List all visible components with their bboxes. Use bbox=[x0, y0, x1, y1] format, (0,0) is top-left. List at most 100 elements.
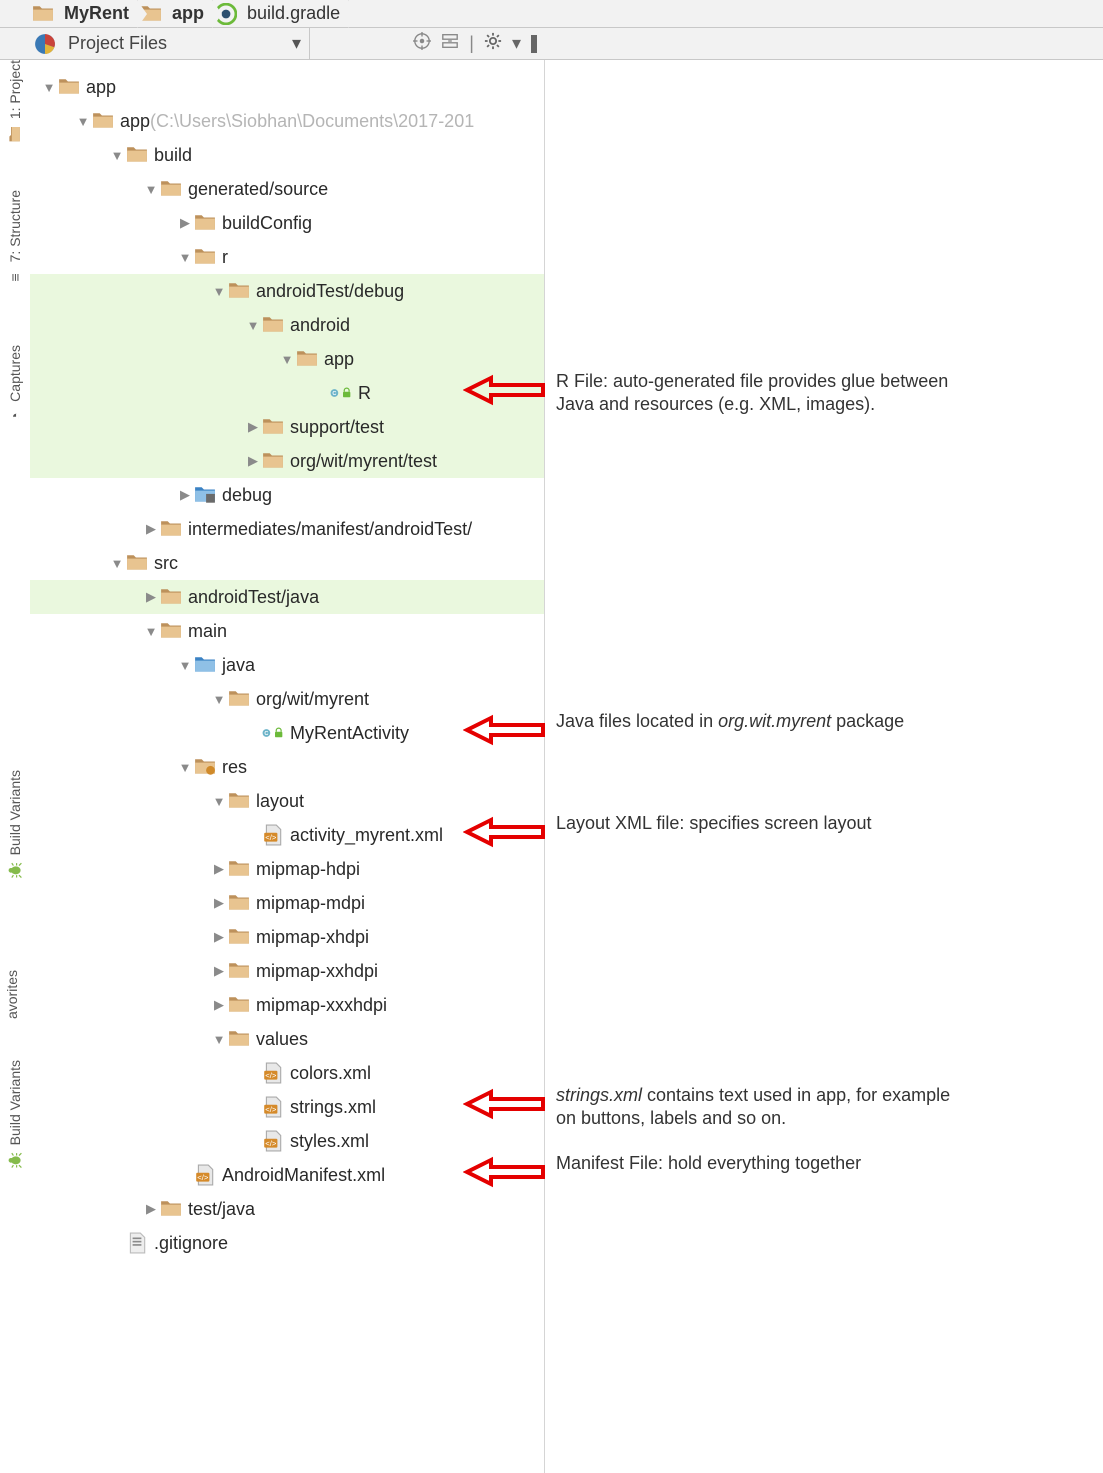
annotation-text: Layout XML file: specifies screen layout bbox=[556, 812, 872, 835]
tree-row[interactable]: ▼app bbox=[30, 70, 544, 104]
scroll-to-source-icon[interactable] bbox=[413, 32, 431, 55]
tree-toggle-icon[interactable]: ▼ bbox=[210, 284, 228, 299]
tree-toggle-icon[interactable]: ▶ bbox=[244, 453, 262, 469]
tree-toggle-icon[interactable]: ▶ bbox=[176, 215, 194, 231]
tree-label: mipmap-xhdpi bbox=[256, 927, 369, 948]
breadcrumb-item[interactable]: app bbox=[138, 0, 213, 27]
folder-icon bbox=[92, 110, 114, 132]
tree-toggle-icon[interactable]: ▼ bbox=[176, 250, 194, 265]
tree-toggle-icon[interactable]: ▶ bbox=[210, 963, 228, 979]
tree-label: main bbox=[188, 621, 227, 642]
tree-label: mipmap-hdpi bbox=[256, 859, 360, 880]
tree-label: activity_myrent.xml bbox=[290, 825, 443, 846]
tree-toggle-icon[interactable]: ▼ bbox=[142, 182, 160, 197]
tree-toggle-icon[interactable]: ▼ bbox=[142, 624, 160, 639]
folder-icon bbox=[228, 858, 250, 880]
tree-label: layout bbox=[256, 791, 304, 812]
tree-row[interactable]: ▶org/wit/myrent/test bbox=[30, 444, 544, 478]
breadcrumb-item[interactable]: MyRent bbox=[30, 0, 138, 27]
tree-row[interactable]: ▼values bbox=[30, 1022, 544, 1056]
tree-row[interactable]: ▶debug bbox=[30, 478, 544, 512]
gutter-tab-build-variants[interactable]: Build Variants bbox=[4, 770, 26, 881]
tree-toggle-icon[interactable]: ▼ bbox=[278, 352, 296, 367]
breadcrumb-item[interactable]: build.gradle bbox=[213, 0, 349, 27]
folder-icon bbox=[228, 892, 250, 914]
tree-row[interactable]: ▼ main bbox=[30, 614, 544, 648]
tree-toggle-icon[interactable]: ▶ bbox=[142, 589, 160, 605]
tree-label: java bbox=[222, 655, 255, 676]
tree-row[interactable]: ▼ android bbox=[30, 308, 544, 342]
tree-label: src bbox=[154, 553, 178, 574]
tree-toggle-icon[interactable]: ▶ bbox=[210, 997, 228, 1013]
folder-icon bbox=[228, 688, 250, 710]
gutter-tab-structure[interactable]: ≡ 7: Structure bbox=[4, 190, 26, 288]
tree-toggle-icon[interactable]: ▼ bbox=[108, 148, 126, 163]
gutter-tab-captures[interactable]: ◔ Captures bbox=[4, 345, 26, 428]
captures-icon: ◔ bbox=[4, 406, 26, 428]
tree-row[interactable]: ▼build bbox=[30, 138, 544, 172]
tree-toggle-icon[interactable]: ▶ bbox=[142, 521, 160, 537]
class-lock-icon bbox=[330, 382, 352, 404]
tree-toggle-icon[interactable]: ▼ bbox=[210, 692, 228, 707]
gutter-tab-build-variants-2[interactable]: Build Variants bbox=[4, 1060, 26, 1171]
tree-toggle-icon[interactable]: ▼ bbox=[210, 1032, 228, 1047]
folder-icon bbox=[160, 620, 182, 642]
tree-label: android bbox=[290, 315, 350, 336]
class-lock-icon bbox=[262, 722, 284, 744]
annotation-text: R File: auto-generated file provides glu… bbox=[556, 370, 951, 417]
tree-row[interactable]: ▶mipmap-xxhdpi bbox=[30, 954, 544, 988]
tree-row[interactable]: ▼androidTest/debug bbox=[30, 274, 544, 308]
left-gutter: 1: Project ≡ 7: Structure ◔ Captures Bui… bbox=[0, 0, 30, 1473]
tree-row[interactable]: ▶intermediates/manifest/androidTest/ bbox=[30, 512, 544, 546]
tree-row[interactable]: ▶ mipmap-hdpi bbox=[30, 852, 544, 886]
breadcrumb-label: MyRent bbox=[64, 3, 129, 24]
tree-row[interactable]: ▼ java bbox=[30, 648, 544, 682]
gutter-tab-favorites[interactable]: avorites bbox=[4, 970, 20, 1019]
tree-label: MyRentActivity bbox=[290, 723, 409, 744]
tree-toggle-icon[interactable]: ▶ bbox=[244, 419, 262, 435]
tree-row[interactable]: ▼app (C:\Users\Siobhan\Documents\2017-20… bbox=[30, 104, 544, 138]
tree-row[interactable]: ▼r bbox=[30, 240, 544, 274]
project-view-selector[interactable]: Project Files ▾ bbox=[30, 28, 310, 59]
settings-icon[interactable] bbox=[484, 32, 502, 55]
annotation-text: strings.xml contains text used in app, f… bbox=[556, 1084, 951, 1131]
tree-toggle-icon[interactable]: ▼ bbox=[244, 318, 262, 333]
xmlfile-icon bbox=[262, 1096, 284, 1118]
folder-debug-icon bbox=[194, 484, 216, 506]
tree-toggle-icon[interactable]: ▼ bbox=[74, 114, 92, 129]
gutter-tab-project[interactable]: 1: Project bbox=[4, 60, 26, 145]
tree-toggle-icon[interactable]: ▼ bbox=[210, 794, 228, 809]
tree-row[interactable]: ▶ mipmap-xhdpi bbox=[30, 920, 544, 954]
hide-panel-icon[interactable] bbox=[531, 35, 537, 53]
project-toolbar: Project Files ▾ | ▾ bbox=[0, 28, 1103, 60]
collapse-all-icon[interactable] bbox=[441, 32, 459, 55]
xmlfile-icon bbox=[262, 1062, 284, 1084]
tree-toggle-icon[interactable]: ▼ bbox=[40, 80, 58, 95]
tree-toggle-icon[interactable]: ▶ bbox=[210, 929, 228, 945]
xmlfile-icon bbox=[262, 824, 284, 846]
tree-row[interactable]: ▼ src bbox=[30, 546, 544, 580]
tree-toggle-icon[interactable]: ▶ bbox=[210, 895, 228, 911]
tree-row[interactable]: ▶mipmap-mdpi bbox=[30, 886, 544, 920]
chevron-down-icon: ▾ bbox=[512, 33, 521, 54]
tree-row[interactable]: ▶test/java bbox=[30, 1192, 544, 1226]
tree-label: AndroidManifest.xml bbox=[222, 1165, 385, 1186]
tree-row[interactable]: ▶mipmap-xxxhdpi bbox=[30, 988, 544, 1022]
tree-toggle-icon[interactable]: ▶ bbox=[210, 861, 228, 877]
tree-row[interactable]: ▶androidTest/java bbox=[30, 580, 544, 614]
folder-src-icon bbox=[194, 756, 216, 778]
project-tree[interactable]: ▼app▼app (C:\Users\Siobhan\Documents\201… bbox=[30, 60, 544, 1260]
folder-icon bbox=[4, 123, 26, 145]
tree-row[interactable]: ▼generated/source bbox=[30, 172, 544, 206]
annotation: Java files located in org.wit.myrent pac… bbox=[463, 710, 904, 750]
tree-toggle-icon[interactable]: ▶ bbox=[176, 487, 194, 503]
tree-toggle-icon[interactable]: ▼ bbox=[108, 556, 126, 571]
bug-icon bbox=[4, 859, 26, 881]
tree-toggle-icon[interactable]: ▶ bbox=[142, 1201, 160, 1217]
tree-toggle-icon[interactable]: ▼ bbox=[176, 658, 194, 673]
tree-row[interactable]: ▶buildConfig bbox=[30, 206, 544, 240]
tree-row[interactable]: .gitignore bbox=[30, 1226, 544, 1260]
tree-toggle-icon[interactable]: ▼ bbox=[176, 760, 194, 775]
folder-icon bbox=[262, 314, 284, 336]
tree-row[interactable]: ▼res bbox=[30, 750, 544, 784]
